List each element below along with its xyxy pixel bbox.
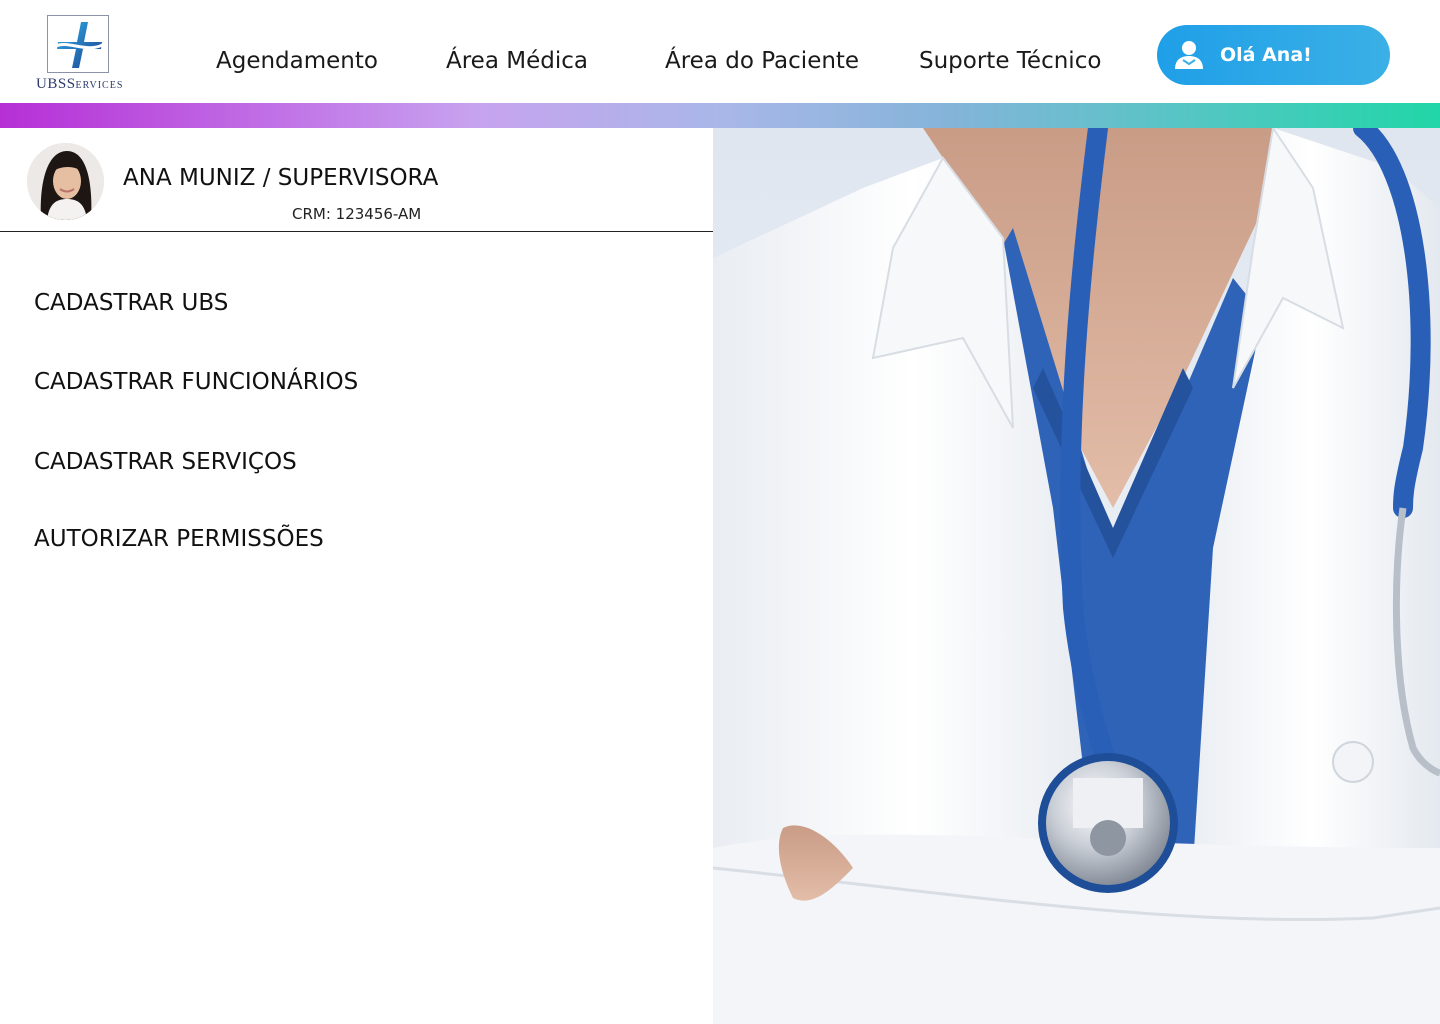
profile-crm: CRM: 123456-AM: [292, 205, 422, 223]
ubservices-logo[interactable]: UBSSERVICES: [36, 14, 122, 92]
avatar: [27, 143, 104, 220]
profile-name: ANA MUNIZ / SUPERVISORA: [123, 165, 439, 191]
doctor-hero-image: [713, 128, 1440, 1024]
nav-area-medica[interactable]: Área Médica: [446, 46, 588, 76]
nav-suporte-tecnico[interactable]: Suporte Técnico: [919, 46, 1101, 76]
menu-autorizar-permissoes[interactable]: AUTORIZAR PERMISSÕES: [34, 524, 324, 554]
header-gradient-divider: [0, 103, 1440, 128]
menu-cadastrar-funcionarios[interactable]: CADASTRAR FUNCIONÁRIOS: [34, 367, 358, 397]
user-icon: [1175, 41, 1203, 69]
menu-cadastrar-servicos[interactable]: CADASTRAR SERVIÇOS: [34, 447, 297, 477]
profile-header: ANA MUNIZ / SUPERVISORA CRM: 123456-AM: [0, 128, 713, 232]
doctor-illustration: [713, 128, 1440, 1024]
nav-agendamento[interactable]: Agendamento: [216, 46, 378, 76]
medical-cross-icon: [55, 22, 105, 68]
avatar-photo: [27, 143, 104, 220]
nav-area-do-paciente[interactable]: Área do Paciente: [665, 46, 859, 76]
user-greeting-button[interactable]: Olá Ana!: [1157, 25, 1390, 85]
menu-cadastrar-ubs[interactable]: CADASTRAR UBS: [34, 288, 228, 318]
logo-wordmark: UBSSERVICES: [36, 76, 124, 92]
logo-frame: [47, 15, 109, 73]
top-header: UBSSERVICES Agendamento Área Médica Área…: [0, 0, 1440, 103]
user-greeting-label: Olá Ana!: [1220, 44, 1312, 66]
